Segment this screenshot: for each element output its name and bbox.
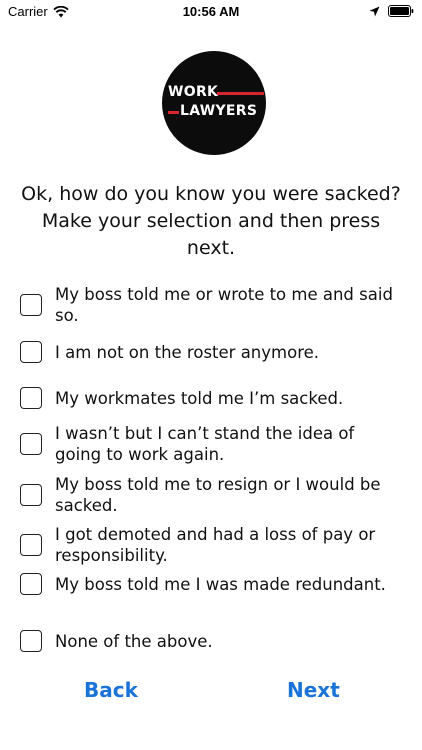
checkbox[interactable] bbox=[20, 534, 42, 556]
option-label: I am not on the roster anymore. bbox=[55, 342, 320, 362]
option-cant-stand-work[interactable]: I wasn’t but I can’t stand the idea of g… bbox=[20, 423, 400, 465]
battery-icon bbox=[388, 5, 414, 17]
option-label: I wasn’t but I can’t stand the idea of g… bbox=[55, 424, 355, 464]
option-resign-or-sacked[interactable]: My boss told me to resign or I would be … bbox=[20, 474, 400, 516]
logo-red-line bbox=[168, 111, 179, 114]
checkbox[interactable] bbox=[20, 484, 42, 506]
option-not-on-roster[interactable]: I am not on the roster anymore. bbox=[20, 341, 400, 363]
back-button[interactable]: Back bbox=[84, 678, 138, 702]
checkbox[interactable] bbox=[20, 573, 42, 595]
option-label: My boss told me to resign or I would be … bbox=[55, 475, 381, 515]
option-label: None of the above. bbox=[55, 631, 213, 651]
option-label: My boss told me or wrote to me and said … bbox=[55, 285, 393, 325]
logo-red-line bbox=[217, 92, 264, 95]
next-button[interactable]: Next bbox=[287, 678, 340, 702]
option-boss-told-me[interactable]: My boss told me or wrote to me and said … bbox=[20, 284, 400, 326]
status-bar: Carrier 10:56 AM bbox=[0, 0, 422, 24]
option-label: I got demoted and had a loss of pay or r… bbox=[55, 525, 376, 565]
checkbox[interactable] bbox=[20, 630, 42, 652]
checkbox[interactable] bbox=[20, 341, 42, 363]
option-label: My boss told me I was made redundant. bbox=[55, 574, 386, 594]
checkbox[interactable] bbox=[20, 387, 42, 409]
checkbox[interactable] bbox=[20, 294, 42, 316]
option-label: My workmates told me I’m sacked. bbox=[55, 388, 344, 408]
logo-text-work: WORK bbox=[168, 84, 219, 100]
status-right-icons bbox=[369, 5, 414, 17]
option-demoted[interactable]: I got demoted and had a loss of pay or r… bbox=[20, 524, 400, 566]
option-workmates-told-me[interactable]: My workmates told me I’m sacked. bbox=[20, 387, 400, 409]
logo-text-lawyers: LAWYERS bbox=[180, 103, 258, 119]
status-time: 10:56 AM bbox=[182, 4, 240, 19]
checkbox[interactable] bbox=[20, 433, 42, 455]
option-made-redundant[interactable]: My boss told me I was made redundant. bbox=[20, 573, 400, 595]
option-none-of-above[interactable]: None of the above. bbox=[20, 630, 400, 652]
location-arrow-icon bbox=[369, 6, 380, 16]
work-lawyers-logo: WORK LAWYERS bbox=[162, 51, 266, 155]
question-text: Ok, how do you know you were sacked? Mak… bbox=[21, 183, 401, 259]
